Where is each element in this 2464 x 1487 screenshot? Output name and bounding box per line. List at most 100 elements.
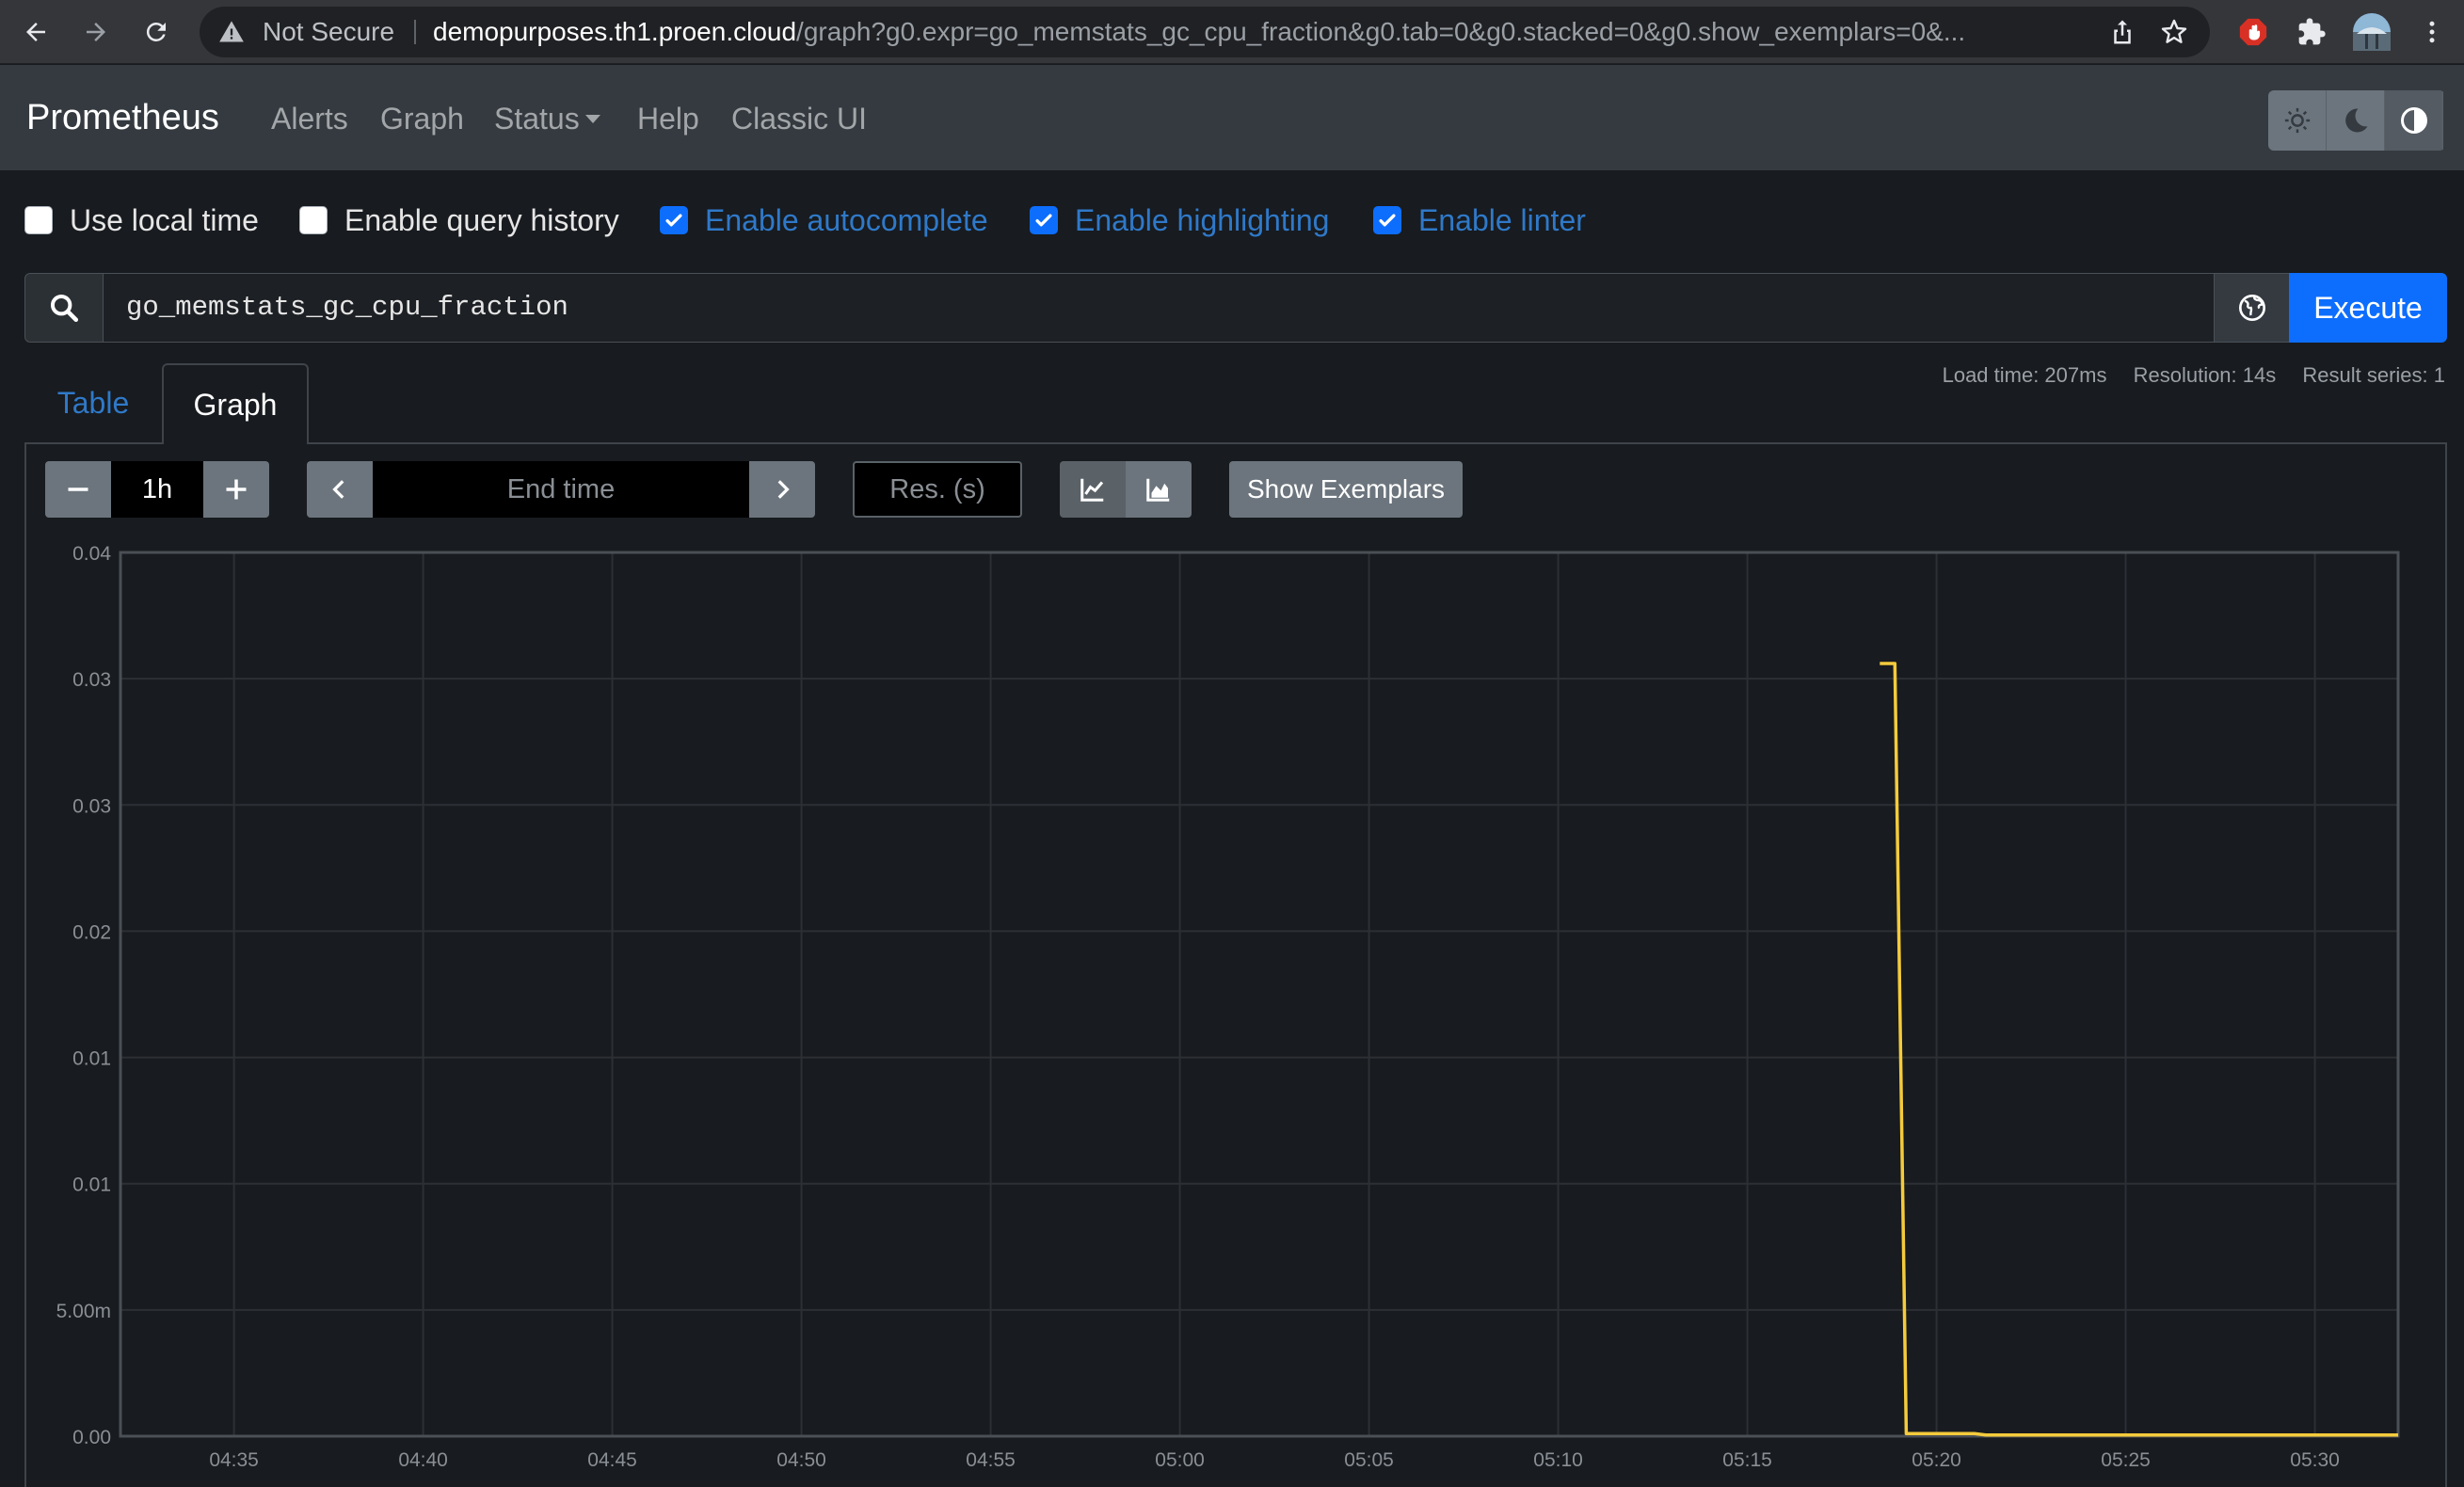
- y-tick-label: 0.02: [72, 921, 111, 943]
- sun-icon: [2284, 107, 2310, 134]
- security-label: Not Secure: [263, 17, 395, 46]
- light-theme-button[interactable]: [2268, 90, 2327, 151]
- unstacked-button[interactable]: [1060, 461, 1126, 518]
- option-enable-query-history[interactable]: Enable query history: [299, 196, 619, 245]
- top-navbar: Prometheus Alerts Graph Status Help Clas…: [0, 65, 2464, 170]
- exemplars-group: Show Exemplars: [1229, 461, 1463, 518]
- x-tick-label: 05:10: [1533, 1449, 1583, 1471]
- option-use-local-time[interactable]: Use local time: [24, 196, 259, 245]
- x-tick-label: 05:15: [1722, 1449, 1772, 1471]
- plus-icon: [226, 479, 247, 500]
- next-time-button[interactable]: [749, 461, 815, 518]
- option-enable-highlighting[interactable]: Enable highlighting: [1030, 196, 1329, 245]
- brand-logo[interactable]: Prometheus: [26, 65, 219, 170]
- plot-frame: [119, 551, 2400, 1438]
- y-tick-label: 0.04: [72, 543, 111, 565]
- checkbox-checked[interactable]: [1373, 206, 1401, 234]
- option-label: Enable autocomplete: [705, 202, 988, 237]
- theme-toggle-group: [2268, 90, 2445, 151]
- chart-grid: [120, 552, 2398, 1437]
- nav-link-graph[interactable]: Graph: [380, 65, 464, 172]
- option-label: Enable query history: [344, 202, 619, 237]
- checkbox-checked[interactable]: [1030, 206, 1058, 234]
- option-enable-linter[interactable]: Enable linter: [1373, 196, 1586, 245]
- end-time-group: End time: [307, 461, 815, 518]
- y-tick-label: 5.00m: [56, 1301, 111, 1322]
- nav-link-alerts[interactable]: Alerts: [271, 65, 348, 172]
- x-tick-label: 04:35: [209, 1449, 259, 1471]
- y-tick-label: 0.03: [72, 669, 111, 691]
- x-tick-label: 05:25: [2101, 1449, 2151, 1471]
- adblock-extension-icon[interactable]: [2234, 13, 2272, 51]
- x-tick-label: 05:30: [2290, 1449, 2340, 1471]
- previous-time-button[interactable]: [307, 461, 373, 518]
- line-chart-icon: [1080, 478, 1104, 502]
- bookmark-star-icon[interactable]: [2159, 17, 2189, 47]
- share-icon[interactable]: [2108, 18, 2136, 46]
- browser-menu-icon[interactable]: [2413, 13, 2451, 51]
- x-tick-label: 04:40: [398, 1449, 448, 1471]
- address-bar[interactable]: Not Secure demopurposes.th1.proen.cloud/…: [200, 7, 2210, 57]
- load-time: Load time: 207ms: [1942, 363, 2107, 387]
- resolution-input[interactable]: Res. (s): [853, 461, 1022, 518]
- nav-link-status-label: Status: [494, 102, 580, 136]
- y-tick-label: 0.00: [72, 1427, 111, 1448]
- y-tick-label: 0.01: [72, 1048, 111, 1070]
- x-tick-label: 05:20: [1912, 1449, 1961, 1471]
- option-enable-autocomplete[interactable]: Enable autocomplete: [660, 196, 988, 245]
- tab-table[interactable]: Table: [24, 363, 162, 442]
- url-host: demopurposes.th1.proen.cloud: [433, 17, 797, 46]
- url-path: /graph?g0.expr=go_memstats_gc_cpu_fracti…: [796, 17, 1966, 46]
- minus-icon: [68, 488, 88, 491]
- increase-range-button[interactable]: [203, 461, 269, 518]
- nav-link-help[interactable]: Help: [637, 65, 699, 172]
- range-input-group: 1h: [45, 461, 269, 518]
- back-icon[interactable]: [13, 9, 58, 55]
- reload-icon[interactable]: [134, 9, 179, 55]
- area-chart-icon: [1146, 478, 1170, 502]
- dark-theme-button[interactable]: [2327, 90, 2385, 151]
- checkbox-unchecked[interactable]: [24, 206, 53, 234]
- chart-svg: 0.005.00m0.010.010.020.030.030.04 04:35 0…: [56, 543, 2400, 1471]
- query-stats: Load time: 207ms Resolution: 14s Result …: [1922, 363, 2445, 388]
- moon-icon: [2344, 108, 2367, 133]
- graph-chart: 0.00 5.00m 0.01 0.01 0.02 0.03 0.03 0.04 04:35 0…: [0, 527, 2464, 1478]
- checkmark-icon: [1035, 214, 1052, 227]
- show-exemplars-button[interactable]: Show Exemplars: [1229, 461, 1463, 518]
- option-label: Enable highlighting: [1075, 202, 1330, 237]
- option-label: Use local time: [70, 202, 259, 237]
- chevron-left-icon: [332, 480, 344, 499]
- checkbox-unchecked[interactable]: [299, 206, 328, 234]
- y-axis-ticks: 0.00 5.00m 0.01 0.01 0.02 0.03 0.03 0.04: [56, 543, 112, 1448]
- execute-button[interactable]: Execute: [2289, 273, 2447, 343]
- forward-icon[interactable]: [73, 9, 119, 55]
- x-tick-label: 04:55: [966, 1449, 1016, 1471]
- x-tick-label: 04:50: [776, 1449, 826, 1471]
- x-axis-ticks: 04:35 04:40 04:45 04:50 04:55 05:00 05:05 05:10…: [209, 1449, 2340, 1471]
- stacked-button[interactable]: [1126, 461, 1192, 518]
- checkbox-checked[interactable]: [660, 206, 688, 234]
- range-input[interactable]: 1h: [111, 461, 203, 518]
- x-tick-label: 05:05: [1344, 1449, 1394, 1471]
- metrics-explorer-button[interactable]: [2214, 273, 2291, 343]
- x-tick-label: 04:45: [587, 1449, 637, 1471]
- decrease-range-button[interactable]: [45, 461, 111, 518]
- chevron-right-icon: [777, 480, 790, 499]
- extensions-puzzle-icon[interactable]: [2293, 13, 2330, 51]
- profile-avatar[interactable]: [2353, 13, 2391, 51]
- browser-toolbar: Not Secure demopurposes.th1.proen.cloud/…: [0, 0, 2464, 64]
- option-label: Enable linter: [1418, 202, 1586, 237]
- search-icon: [24, 273, 104, 343]
- expression-bar: go_memstats_gc_cpu_fraction Execute: [24, 273, 2447, 343]
- nav-link-classic-ui[interactable]: Classic UI: [731, 65, 867, 172]
- series-line: [1880, 662, 2398, 1437]
- x-tick-label: 05:00: [1155, 1449, 1205, 1471]
- half-circle-icon: [2400, 107, 2427, 134]
- chevron-down-icon: [584, 115, 600, 124]
- expression-input[interactable]: go_memstats_gc_cpu_fraction: [103, 273, 2215, 343]
- nav-link-status[interactable]: Status: [494, 65, 600, 172]
- end-time-input[interactable]: End time: [373, 461, 749, 518]
- tab-graph[interactable]: Graph: [162, 363, 309, 444]
- globe-icon: [2239, 295, 2265, 321]
- browser-theme-button[interactable]: [2385, 90, 2443, 151]
